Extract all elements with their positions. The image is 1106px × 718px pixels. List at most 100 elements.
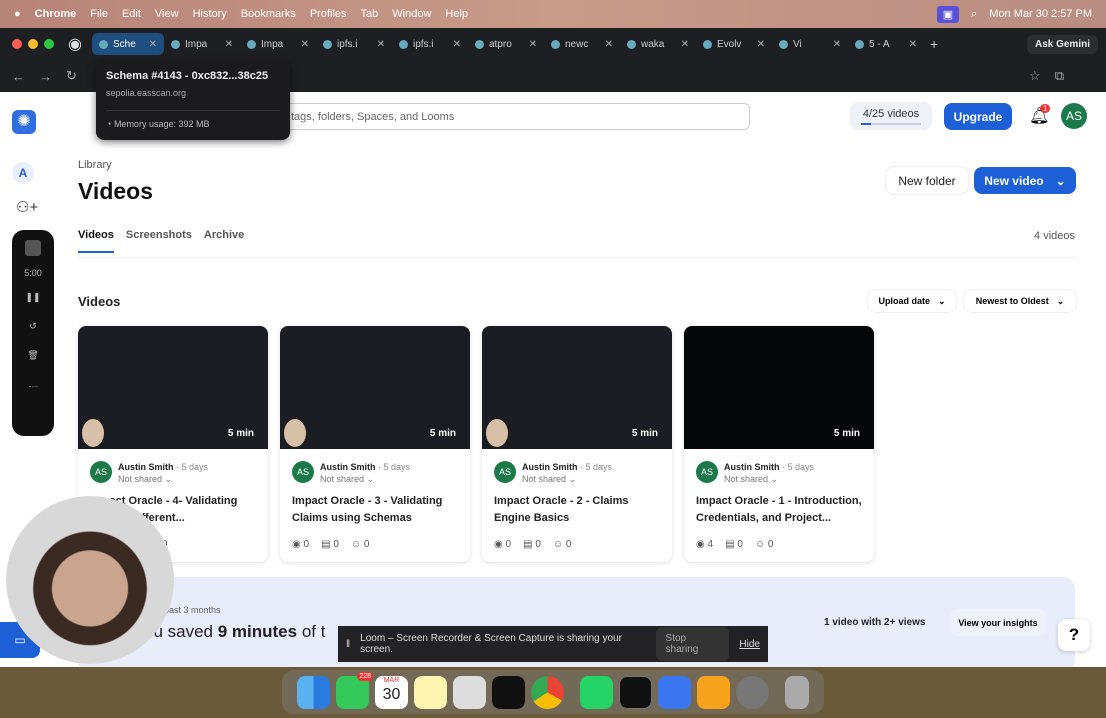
trash-icon[interactable] [785, 675, 809, 709]
pause-icon[interactable]: ❚❚ [12, 292, 54, 303]
clock[interactable]: Mon Mar 30 2:57 PM [989, 8, 1092, 20]
tab-archive[interactable]: Archive [204, 229, 244, 253]
drag-handle-icon[interactable]: ‖ [346, 639, 350, 650]
menu-app-name[interactable]: Chrome [35, 8, 77, 20]
delete-icon[interactable]: 🗑 [12, 350, 54, 361]
browser-tab[interactable]: Evolv ✕ [696, 33, 772, 55]
close-tab-icon[interactable]: ✕ [377, 39, 385, 50]
close-tab-icon[interactable]: ✕ [681, 39, 689, 50]
browser-tab[interactable]: newc ✕ [544, 33, 620, 55]
apple-menu-icon[interactable]: ● [14, 8, 21, 20]
browser-tab[interactable]: Impa ✕ [240, 33, 316, 55]
video-thumbnail[interactable]: 5 min [280, 326, 470, 449]
menu-tab[interactable]: Tab [361, 8, 379, 20]
screen-share-icon[interactable]: ▣ [936, 5, 960, 23]
video-thumbnail[interactable]: 5 min [684, 326, 874, 449]
search-icon[interactable]: ⌕ [971, 8, 977, 21]
iphone-mirroring-icon[interactable] [453, 675, 486, 709]
close-window-button[interactable] [12, 39, 22, 49]
menu-profiles[interactable]: Profiles [310, 8, 347, 20]
view-insights-button[interactable]: View your insights [950, 609, 1046, 636]
menu-window[interactable]: Window [392, 8, 431, 20]
notes-icon[interactable] [414, 675, 447, 709]
search-input[interactable]: tags, folders, Spaces, and Looms [280, 103, 750, 130]
figma-icon[interactable] [492, 675, 525, 709]
forward-icon[interactable]: → [39, 69, 52, 84]
bookmark-star-icon[interactable]: ☆ [1029, 68, 1041, 84]
menu-history[interactable]: History [193, 8, 227, 20]
help-button[interactable]: ? [1058, 619, 1090, 651]
user-avatar[interactable]: AS [1061, 103, 1087, 129]
sort-order-dropdown[interactable]: Newest to Oldest ⌄ [964, 290, 1076, 312]
stop-sharing-button[interactable]: Stop sharing [655, 627, 730, 661]
video-card[interactable]: 5 min AS Austin Smith · 5 days Not shared… [482, 326, 672, 562]
new-tab-button[interactable]: + [930, 36, 938, 52]
maximize-window-button[interactable] [44, 39, 54, 49]
browser-tab[interactable]: Vi ✕ [772, 33, 848, 55]
close-tab-icon[interactable]: ✕ [757, 39, 765, 50]
video-quota[interactable]: 4/25 videos [850, 102, 932, 130]
menu-edit[interactable]: Edit [122, 8, 141, 20]
close-tab-icon[interactable]: ✕ [453, 39, 461, 50]
sort-field-dropdown[interactable]: Upload date ⌄ [868, 290, 956, 312]
close-tab-icon[interactable]: ✕ [529, 39, 537, 50]
browser-tab[interactable]: atpro ✕ [468, 33, 544, 55]
share-status-dropdown[interactable]: Not shared [724, 474, 768, 484]
ask-gemini-button[interactable]: Ask Gemini [1026, 34, 1098, 54]
browser-tab[interactable]: ipfs.i ✕ [392, 33, 468, 55]
video-title[interactable]: Impact Oracle - 1 - Introduction, Creden… [696, 493, 862, 527]
reload-icon[interactable]: ↻ [66, 68, 77, 84]
video-title[interactable]: Impact Oracle - 2 - Claims Engine Basics [494, 493, 660, 527]
workspace-avatar[interactable]: A [12, 162, 34, 184]
star-app-icon[interactable] [736, 675, 769, 709]
menu-help[interactable]: Help [445, 8, 468, 20]
record-icon[interactable]: ◉ [68, 34, 82, 54]
calendar-icon[interactable]: MAR 30 [375, 675, 408, 709]
tab-videos[interactable]: Videos [78, 229, 114, 253]
new-video-button[interactable]: New video ⌄ [974, 167, 1076, 194]
video-card[interactable]: 5 min AS Austin Smith · 5 days Not shared… [280, 326, 470, 562]
close-tab-icon[interactable]: ✕ [149, 39, 157, 50]
extensions-icon[interactable]: ⧉ [1055, 68, 1064, 84]
share-status-dropdown[interactable]: Not shared [118, 474, 162, 484]
restart-icon[interactable]: ↺ [12, 321, 54, 332]
webcam-bubble[interactable] [6, 496, 174, 664]
browser-tab[interactable]: Impa ✕ [164, 33, 240, 55]
close-tab-icon[interactable]: ✕ [909, 39, 917, 50]
drag-handle-icon[interactable]: ⋯ [12, 381, 54, 392]
video-thumbnail[interactable]: 5 min [482, 326, 672, 449]
tab-screenshots[interactable]: Screenshots [126, 229, 192, 253]
video-title[interactable]: Impact Oracle - 3 - Validating Claims us… [292, 493, 458, 527]
finder-icon[interactable] [297, 675, 330, 709]
video-thumbnail[interactable]: 5 min [78, 326, 268, 449]
pages-icon[interactable] [697, 675, 730, 709]
chrome-icon[interactable] [531, 675, 564, 709]
signal-icon[interactable] [658, 675, 691, 709]
browser-tab[interactable]: ipfs.i ✕ [316, 33, 392, 55]
browser-tab[interactable]: waka ✕ [620, 33, 696, 55]
terminal-icon[interactable] [619, 675, 652, 709]
hide-button[interactable]: Hide [739, 639, 760, 650]
invite-user-icon[interactable]: ⚇+ [16, 198, 38, 216]
whatsapp-icon[interactable] [580, 675, 613, 709]
close-tab-icon[interactable]: ✕ [301, 39, 309, 50]
menu-bookmarks[interactable]: Bookmarks [241, 8, 296, 20]
share-status-dropdown[interactable]: Not shared [522, 474, 566, 484]
new-folder-button[interactable]: New folder [886, 167, 968, 194]
share-status-dropdown[interactable]: Not shared [320, 474, 364, 484]
breadcrumb[interactable]: Library [78, 159, 112, 171]
close-tab-icon[interactable]: ✕ [225, 39, 233, 50]
browser-tab[interactable]: 5 - A ✕ [848, 33, 924, 55]
close-tab-icon[interactable]: ✕ [833, 39, 841, 50]
menu-view[interactable]: View [155, 8, 179, 20]
upgrade-button[interactable]: Upgrade [944, 103, 1012, 130]
stop-recording-button[interactable] [25, 240, 41, 256]
video-card[interactable]: 5 min AS Austin Smith · 5 days Not shared… [684, 326, 874, 562]
menu-file[interactable]: File [90, 8, 108, 20]
back-icon[interactable]: ← [12, 69, 25, 84]
minimize-window-button[interactable] [28, 39, 38, 49]
browser-tab[interactable]: Sche ✕ [91, 33, 164, 55]
close-tab-icon[interactable]: ✕ [605, 39, 613, 50]
messages-icon[interactable]: 228 [336, 671, 373, 709]
loom-logo-icon[interactable]: ✺ [12, 110, 36, 134]
